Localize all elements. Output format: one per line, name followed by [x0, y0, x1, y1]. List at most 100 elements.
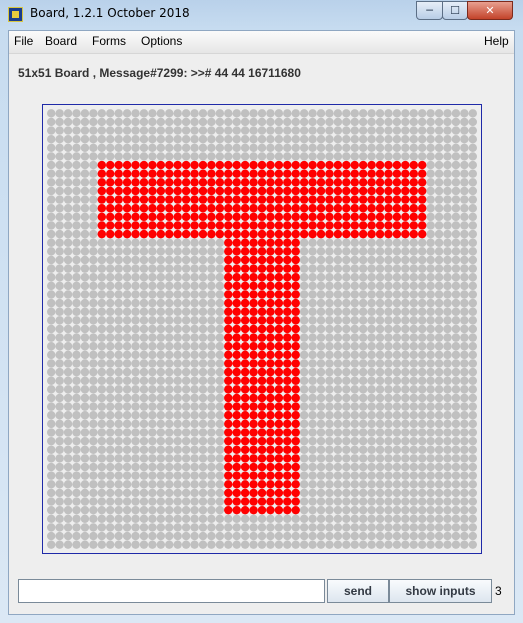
board-cell[interactable] [55, 445, 64, 454]
board-cell[interactable] [325, 126, 334, 135]
board-cell[interactable] [224, 273, 233, 282]
board-cell[interactable] [106, 531, 115, 541]
board-cell[interactable] [460, 281, 469, 291]
board-cell[interactable] [274, 342, 284, 351]
board-cell[interactable] [72, 160, 81, 170]
board-cell[interactable] [131, 324, 140, 334]
board-cell[interactable] [367, 523, 376, 532]
board-cell[interactable] [333, 178, 343, 187]
board-cell[interactable] [55, 462, 64, 472]
board-cell[interactable] [375, 204, 385, 213]
board-cell[interactable] [409, 531, 418, 541]
board-cell[interactable] [401, 255, 410, 265]
board-cell[interactable] [106, 273, 115, 282]
board-cell[interactable] [173, 160, 182, 170]
board-cell[interactable] [89, 350, 98, 360]
board-cell[interactable] [274, 264, 284, 273]
board-cell[interactable] [283, 316, 292, 325]
board-cell[interactable] [367, 367, 376, 377]
board-cell[interactable] [358, 264, 368, 273]
board-cell[interactable] [207, 488, 216, 498]
board-cell[interactable] [63, 367, 73, 377]
board-cell[interactable] [190, 359, 199, 368]
board-cell[interactable] [308, 367, 317, 377]
board-cell[interactable] [114, 540, 123, 549]
board-cell[interactable] [333, 126, 343, 135]
board-cell[interactable] [215, 488, 225, 498]
board-cell[interactable] [72, 436, 81, 446]
board-cell[interactable] [451, 531, 461, 541]
board-cell[interactable] [409, 109, 418, 118]
board-cell[interactable] [409, 359, 418, 368]
board-cell[interactable] [257, 342, 267, 351]
board-cell[interactable] [156, 523, 166, 532]
board-cell[interactable] [409, 117, 418, 127]
board-cell[interactable] [131, 445, 140, 454]
board-cell[interactable] [384, 221, 393, 230]
board-cell[interactable] [97, 160, 107, 170]
board-cell[interactable] [460, 523, 469, 532]
board-cell[interactable] [308, 376, 317, 385]
board-cell[interactable] [122, 514, 132, 524]
board-cell[interactable] [426, 324, 435, 334]
board-cell[interactable] [333, 316, 343, 325]
board-cell[interactable] [409, 523, 418, 532]
board-cell[interactable] [460, 350, 469, 360]
board-cell[interactable] [392, 342, 402, 351]
board-cell[interactable] [308, 298, 317, 308]
board-cell[interactable] [131, 273, 140, 282]
board-cell[interactable] [443, 255, 452, 265]
board-cell[interactable] [173, 186, 182, 196]
board-cell[interactable] [443, 480, 452, 489]
board-cell[interactable] [63, 160, 73, 170]
board-cell[interactable] [249, 126, 258, 135]
board-cell[interactable] [198, 454, 208, 463]
board-cell[interactable] [308, 281, 317, 291]
board-cell[interactable] [468, 273, 477, 282]
board-cell[interactable] [434, 178, 444, 187]
board-cell[interactable] [89, 264, 98, 273]
board-cell[interactable] [198, 505, 208, 515]
board-cell[interactable] [333, 134, 343, 144]
board-cell[interactable] [375, 255, 385, 265]
board-cell[interactable] [148, 402, 157, 411]
board-cell[interactable] [417, 471, 427, 480]
board-cell[interactable] [316, 505, 326, 515]
board-cell[interactable] [198, 281, 208, 291]
board-cell[interactable] [299, 195, 309, 204]
board-cell[interactable] [114, 117, 123, 127]
board-cell[interactable] [47, 264, 56, 273]
board-cell[interactable] [358, 540, 368, 549]
board-cell[interactable] [342, 436, 351, 446]
board-cell[interactable] [198, 531, 208, 541]
board-cell[interactable] [375, 445, 385, 454]
board-cell[interactable] [460, 178, 469, 187]
board-cell[interactable] [181, 247, 191, 256]
board-cell[interactable] [148, 307, 157, 316]
board-cell[interactable] [139, 393, 149, 403]
board-cell[interactable] [468, 445, 477, 454]
board-cell[interactable] [47, 540, 56, 549]
board-cell[interactable] [426, 109, 435, 118]
board-cell[interactable] [249, 376, 258, 385]
board-cell[interactable] [460, 540, 469, 549]
board-cell[interactable] [367, 212, 376, 222]
board-cell[interactable] [131, 229, 140, 239]
board-cell[interactable] [106, 393, 115, 403]
board-cell[interactable] [283, 247, 292, 256]
board-cell[interactable] [426, 307, 435, 316]
board-cell[interactable] [367, 152, 376, 161]
board-cell[interactable] [468, 350, 477, 360]
board-cell[interactable] [342, 238, 351, 247]
board-cell[interactable] [384, 290, 393, 299]
board-cell[interactable] [434, 204, 444, 213]
board-cell[interactable] [114, 298, 123, 308]
board-cell[interactable] [240, 411, 250, 420]
board-cell[interactable] [367, 290, 376, 299]
board-cell[interactable] [181, 160, 191, 170]
board-cell[interactable] [232, 428, 241, 437]
board-cell[interactable] [426, 359, 435, 368]
board-cell[interactable] [224, 298, 233, 308]
board-cell[interactable] [207, 523, 216, 532]
board-cell[interactable] [47, 255, 56, 265]
